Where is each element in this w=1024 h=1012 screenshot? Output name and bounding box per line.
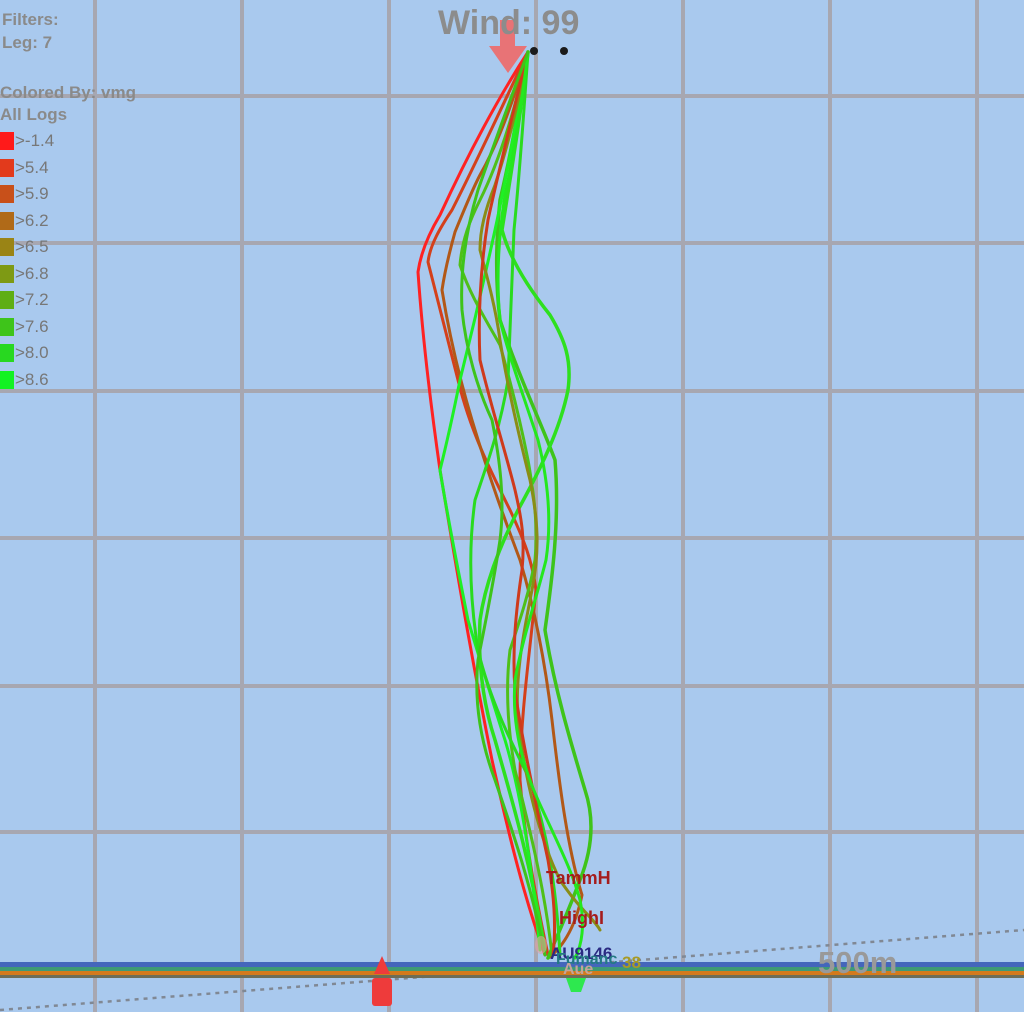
- legend-label: >5.9: [15, 184, 49, 204]
- legend-item: >6.2: [0, 208, 54, 235]
- legend-swatch: [0, 211, 14, 230]
- legend-item: >7.2: [0, 287, 54, 314]
- windward-mark-dot: [560, 47, 568, 55]
- legend-label: >5.4: [15, 157, 49, 177]
- legend-logs: All Logs: [0, 105, 68, 124]
- legend-item: >5.9: [0, 181, 54, 208]
- legend-item: >5.4: [0, 155, 54, 182]
- legend-label: >-1.4: [15, 131, 55, 151]
- vmg-legend: >-1.4 >5.4 >5.9 >6.2 >6.5 >6.8 >7.2 >7.6…: [0, 128, 54, 393]
- race-track-map[interactable]: [0, 0, 1024, 1012]
- wind-label: Wind: 99: [438, 4, 580, 42]
- legend-colored-by: Colored By: vmg: [0, 83, 137, 102]
- legend-label: >6.5: [15, 237, 49, 257]
- legend-label: >7.2: [15, 290, 49, 310]
- legend-label: >6.8: [15, 263, 49, 283]
- legend-item: >8.6: [0, 367, 54, 394]
- legend-item: >8.0: [0, 340, 54, 367]
- legend-swatch: [0, 238, 14, 257]
- legend-header: Colored By: vmg All Logs: [0, 82, 136, 126]
- legend-swatch: [0, 344, 14, 363]
- scale-label: 500m: [818, 945, 898, 980]
- legend-swatch: [0, 317, 14, 336]
- boat-label-38[interactable]: 38: [622, 953, 641, 973]
- boat-position-marker: [535, 936, 547, 954]
- boat-label-tammh[interactable]: TammH: [546, 868, 611, 889]
- filters-leg: Leg: 7: [2, 33, 53, 52]
- legend-item: >-1.4: [0, 128, 54, 155]
- legend-label: >8.6: [15, 369, 49, 389]
- legend-item: >6.8: [0, 261, 54, 288]
- legend-label: >6.2: [15, 210, 49, 230]
- boat-label-aue[interactable]: Aue: [563, 961, 593, 979]
- legend-item: >7.6: [0, 314, 54, 341]
- legend-swatch: [0, 264, 14, 283]
- windward-mark-dot: [530, 47, 538, 55]
- legend-swatch: [0, 185, 14, 204]
- boat-label-highl[interactable]: HighI: [559, 908, 604, 929]
- legend-item: >6.5: [0, 234, 54, 261]
- filters-title: Filters:: [2, 10, 59, 29]
- legend-swatch: [0, 370, 14, 389]
- legend-label: >8.0: [15, 343, 49, 363]
- legend-swatch: [0, 132, 14, 151]
- filters-panel: Filters: Leg: 7: [2, 8, 59, 54]
- legend-label: >7.6: [15, 316, 49, 336]
- legend-swatch: [0, 291, 14, 310]
- legend-swatch: [0, 158, 14, 177]
